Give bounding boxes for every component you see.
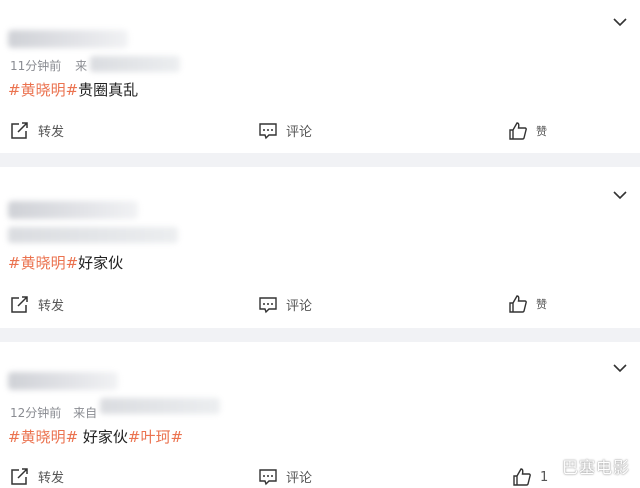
repost-label: 转发 (38, 471, 65, 486)
post-text: #黄晓明#贵圈真乱 (8, 79, 138, 100)
post-meta: 12分钟前 来自 (10, 404, 97, 421)
hashtag-link[interactable]: #黄晓明# (8, 254, 78, 272)
repost-icon (11, 295, 28, 313)
like-button[interactable]: 1 (512, 468, 548, 486)
watermark: 巴塞电影 (562, 454, 630, 478)
hashtag-link[interactable]: #黄晓明# (8, 81, 78, 99)
like-label: 赞 (536, 298, 547, 311)
post-text: #黄晓明# 好家伙#叶珂# (8, 426, 183, 447)
comment-label: 评论 (286, 299, 313, 314)
watermark-text: 巴塞电影 (561, 458, 630, 477)
hashtag-link[interactable]: #叶珂# (128, 428, 183, 446)
post-card: 12分钟前 来自 #黄晓明# 好家伙#叶珂# 转发 评论 1 (0, 342, 640, 488)
thumbs-up-icon (509, 295, 527, 313)
author-name-blurred[interactable] (8, 201, 138, 219)
post-body: 好家伙 (78, 428, 128, 446)
comment-button[interactable]: 评论 (258, 121, 312, 140)
source-blurred (90, 56, 180, 72)
comment-label: 评论 (286, 471, 313, 486)
repost-label: 转发 (38, 299, 65, 314)
comment-icon (259, 122, 277, 139)
chevron-down-icon[interactable] (612, 187, 628, 203)
author-name-blurred[interactable] (8, 372, 118, 390)
repost-button[interactable]: 转发 (10, 121, 64, 140)
post-card: 11分钟前 来 #黄晓明#贵圈真乱 转发 评论 赞 (0, 0, 640, 153)
comment-button[interactable]: 评论 (258, 295, 312, 314)
post-source: 来自 (73, 406, 98, 420)
source-blurred (8, 227, 178, 243)
thumbs-up-icon (509, 122, 527, 140)
like-label: 赞 (536, 125, 547, 138)
post-time: 11分钟前 (10, 59, 62, 73)
like-button[interactable]: 赞 (508, 295, 547, 313)
post-source: 来 (75, 59, 88, 73)
like-button[interactable]: 赞 (508, 122, 547, 140)
post-text: #黄晓明#好家伙 (8, 252, 123, 273)
chevron-down-icon[interactable] (612, 14, 628, 30)
chevron-down-icon[interactable] (612, 360, 628, 376)
repost-label: 转发 (38, 125, 65, 140)
repost-icon (11, 121, 28, 139)
repost-button[interactable]: 转发 (10, 295, 64, 314)
thumbs-up-icon (513, 468, 531, 486)
like-count: 1 (540, 469, 549, 485)
comment-button[interactable]: 评论 (258, 467, 312, 486)
comment-icon (259, 468, 277, 485)
post-time: 12分钟前 (10, 406, 62, 420)
post-card: #黄晓明#好家伙 转发 评论 赞 (0, 167, 640, 328)
source-blurred (100, 398, 220, 414)
hashtag-link[interactable]: #黄晓明# (8, 428, 78, 446)
comment-label: 评论 (286, 125, 313, 140)
post-body: 贵圈真乱 (78, 81, 139, 99)
post-body: 好家伙 (78, 254, 124, 272)
author-name-blurred[interactable] (8, 30, 128, 48)
post-meta: 11分钟前 来 (10, 57, 87, 74)
repost-button[interactable]: 转发 (10, 467, 64, 486)
repost-icon (11, 467, 28, 485)
comment-icon (259, 296, 277, 313)
